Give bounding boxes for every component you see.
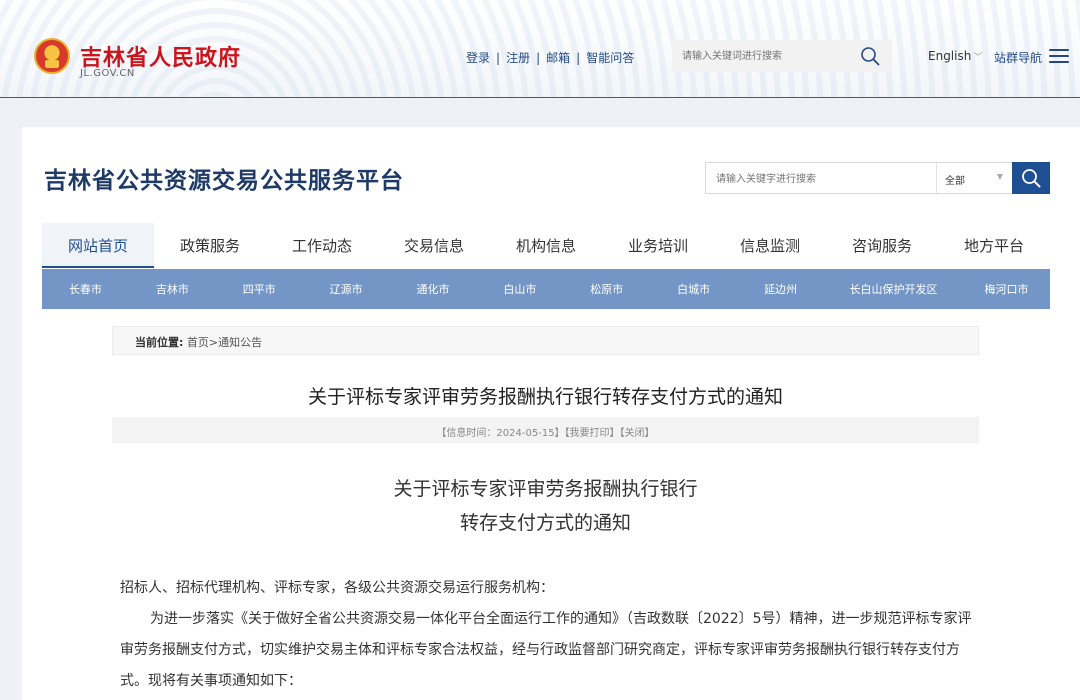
city-link-baishan[interactable]: 白山市 [476,281,563,297]
search-scope-value: 全部 [945,176,965,187]
salutation: 招标人、招标代理机构、评标专家，各级公共资源交易运行服务机构： [120,580,554,596]
city-link-changchun[interactable]: 长春市 [42,281,129,297]
breadcrumb-current[interactable]: 通知公告 [218,336,262,349]
city-link-siping[interactable]: 四平市 [216,281,303,297]
close-link[interactable]: 【关闭】 [620,428,655,439]
city-link-tonghua[interactable]: 通化市 [390,281,477,297]
article-body: 招标人、招标代理机构、评标专家，各级公共资源交易运行服务机构： 为进一步落实《关… [120,573,980,697]
main-card: 吉林省公共资源交易公共服务平台 全部 ▼ 网站首页 政策服务 工作动态 交易信息… [22,127,1080,700]
top-links: 登录 | 注册 | 邮箱 | 智能问答 [466,49,634,66]
document-title: 关于评标专家评审劳务报酬执行银行 转存支付方式的通知 [112,472,979,540]
platform-search-input[interactable] [716,170,926,188]
tab-consulting[interactable]: 咨询服务 [826,223,938,268]
city-link-jilin[interactable]: 吉林市 [129,281,216,297]
smart-qa-link[interactable]: 智能问答 [586,49,634,66]
menu-icon[interactable] [1049,49,1069,65]
link-divider: | [496,50,501,65]
document-title-line-1: 关于评标专家评审劳务报酬执行银行 [393,478,698,500]
article-title: 关于评标专家评审劳务报酬执行银行转存支付方式的通知 [307,386,783,408]
city-link-baicheng[interactable]: 白城市 [650,281,737,297]
city-link-liaoyuan[interactable]: 辽源市 [303,281,390,297]
tab-training[interactable]: 业务培训 [602,223,714,268]
tab-policy-services[interactable]: 政策服务 [154,223,266,268]
platform-search-button[interactable] [1012,162,1050,194]
caret-down-icon: ▼ [996,172,1003,181]
platform-search-box: 全部 ▼ [705,162,1050,194]
search-icon [1022,169,1041,188]
main-nav: 网站首页 政策服务 工作动态 交易信息 机构信息 业务培训 信息监测 咨询服务 … [42,223,1050,268]
register-link[interactable]: 注册 [506,49,530,66]
tab-monitoring[interactable]: 信息监测 [714,223,826,268]
search-scope-select[interactable]: 全部 ▼ [936,163,1011,193]
breadcrumb-home[interactable]: 首页 [187,336,209,349]
link-divider: | [576,50,581,65]
tab-trading-info[interactable]: 交易信息 [378,223,490,268]
language-label: English [928,49,972,63]
print-link[interactable]: 【我要打印】 [565,428,620,439]
tab-work-news[interactable]: 工作动态 [266,223,378,268]
city-link-changbaishan[interactable]: 长白山保护开发区 [824,281,963,297]
breadcrumb: 当前位置: 首页>通知公告 [112,326,979,355]
city-link-songyuan[interactable]: 松原市 [563,281,650,297]
gov-search-box [672,40,892,72]
gov-search-input[interactable] [682,47,852,65]
mailbox-link[interactable]: 邮箱 [546,49,570,66]
breadcrumb-separator: > [208,336,219,349]
site-group-nav-link[interactable]: 站群导航 [994,49,1042,66]
national-emblem-icon[interactable] [34,38,70,74]
chevron-down-icon: ﹀ [973,53,983,63]
tab-institution-info[interactable]: 机构信息 [490,223,602,268]
platform-title[interactable]: 吉林省公共资源交易公共服务平台 [44,161,404,195]
link-divider: | [536,50,541,65]
login-link[interactable]: 登录 [466,49,490,66]
city-link-meihekou[interactable]: 梅河口市 [963,281,1050,297]
publish-time: 【信息时间：2024-05-15】 [436,428,565,439]
tab-home[interactable]: 网站首页 [42,223,154,268]
city-nav: 长春市 吉林市 四平市 辽源市 通化市 白山市 松原市 白城市 延边州 长白山保… [42,269,1050,309]
gov-site-domain: JL.GOV.CN [80,68,135,79]
tab-local-platforms[interactable]: 地方平台 [938,223,1050,268]
gov-header: 吉林省人民政府 JL.GOV.CN 登录 | 注册 | 邮箱 | 智能问答 En… [0,0,1080,98]
city-link-yanbian[interactable]: 延边州 [737,281,824,297]
breadcrumb-label: 当前位置: [135,336,184,349]
language-switch[interactable]: English ﹀ [928,49,982,63]
document-title-line-2: 转存支付方式的通知 [459,512,631,534]
article-meta: 【信息时间：2024-05-15】【我要打印】【关闭】 [112,417,979,443]
body-paragraph: 为进一步落实《关于做好全省公共资源交易一体化平台全面运行工作的通知》（吉政数联〔… [120,611,972,689]
search-icon[interactable] [860,46,880,66]
